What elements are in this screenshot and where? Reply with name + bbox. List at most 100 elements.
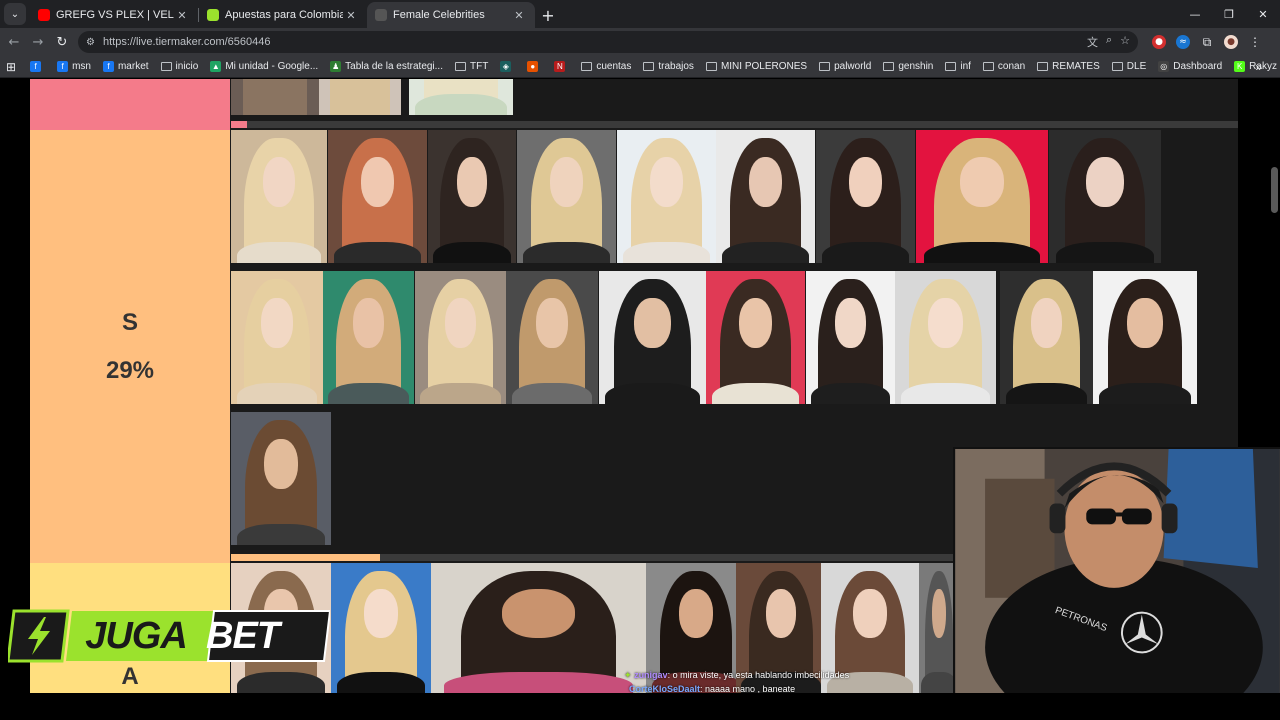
bookmark-item[interactable]: f msn bbox=[57, 61, 91, 72]
celebrity-photo[interactable] bbox=[916, 130, 1048, 263]
celebrity-photo[interactable] bbox=[706, 271, 805, 404]
celebrity-photo[interactable] bbox=[816, 130, 915, 263]
url-text[interactable]: https://live.tiermaker.com/6560446 bbox=[103, 36, 1087, 48]
profile-avatar[interactable]: ● bbox=[1224, 35, 1238, 49]
portrait-face bbox=[364, 589, 398, 639]
folder-icon bbox=[883, 62, 895, 71]
portrait-body bbox=[1005, 382, 1088, 404]
celebrity-photo[interactable] bbox=[617, 130, 716, 263]
celebrity-photo[interactable] bbox=[231, 271, 323, 404]
bookmark-item[interactable]: inicio bbox=[160, 61, 198, 72]
celebrity-photo[interactable] bbox=[506, 271, 598, 404]
translate-icon[interactable]: 文 bbox=[1087, 34, 1098, 50]
celebrity-photo[interactable] bbox=[319, 79, 401, 115]
portrait-face bbox=[501, 589, 576, 639]
portrait-face bbox=[353, 297, 384, 349]
tier-scrollbar[interactable] bbox=[231, 121, 1238, 128]
celebrity-photo[interactable] bbox=[599, 271, 706, 404]
tier-name: S bbox=[121, 308, 138, 336]
close-icon[interactable]: ✕ bbox=[511, 9, 527, 22]
bookmark-item[interactable]: ● bbox=[527, 61, 542, 72]
tier-percent: 29% bbox=[105, 356, 155, 384]
celebrity-photo[interactable] bbox=[331, 563, 431, 693]
bookmarks-bar: ⊞ f f msn f market inicio ▲ Mi unidad - Google.… bbox=[0, 56, 1280, 78]
portrait-face bbox=[360, 156, 395, 208]
bookmark-item[interactable]: MINI POLERONES bbox=[705, 61, 807, 72]
bookmark-item[interactable]: TFT bbox=[455, 61, 488, 72]
portrait-face bbox=[959, 156, 1005, 208]
bookmark-item[interactable]: ▲ Mi unidad - Google... bbox=[210, 61, 318, 72]
celebrity-photo[interactable] bbox=[895, 271, 996, 404]
minimize-icon[interactable]: — bbox=[1178, 0, 1212, 28]
bookmark-item[interactable]: palworld bbox=[819, 61, 871, 72]
bookmark-item[interactable]: trabajos bbox=[643, 61, 694, 72]
celebrity-photo[interactable] bbox=[431, 563, 646, 693]
celebrity-photo[interactable] bbox=[323, 271, 414, 404]
page-scrollbar-thumb[interactable] bbox=[1271, 167, 1278, 213]
bookmark-item[interactable]: ◎ Dashboard bbox=[1158, 61, 1222, 72]
bookmark-item[interactable]: DLE bbox=[1111, 61, 1146, 72]
restore-icon[interactable]: ❐ bbox=[1212, 0, 1246, 28]
new-tab-button[interactable]: + bbox=[535, 2, 561, 28]
more-bookmarks-icon[interactable]: » bbox=[1255, 60, 1262, 74]
bookmark-favicon-icon: ◈ bbox=[500, 61, 512, 72]
bookmark-favicon-icon: ◎ bbox=[1158, 61, 1170, 72]
bookmark-item[interactable]: REMATES bbox=[1037, 61, 1100, 72]
menu-kebab-icon[interactable]: ⋮ bbox=[1248, 35, 1262, 49]
tab-velada[interactable]: GREFG VS PLEX | VELADA DEL A ✕ bbox=[30, 2, 198, 28]
site-info-icon[interactable]: ⚙ bbox=[86, 37, 95, 48]
address-bar[interactable]: ⚙ https://live.tiermaker.com/6560446 文 ⌕… bbox=[78, 31, 1138, 53]
extension-red-icon[interactable]: ● bbox=[1152, 35, 1166, 49]
celebrity-photo[interactable] bbox=[231, 130, 327, 263]
celebrity-photo[interactable] bbox=[328, 130, 427, 263]
zoom-icon[interactable]: ⌕ bbox=[1106, 34, 1112, 50]
folder-icon bbox=[1037, 62, 1049, 71]
bookmark-item[interactable]: ◈ bbox=[500, 61, 515, 72]
extensions-puzzle-icon[interactable]: ⧉ bbox=[1200, 35, 1214, 49]
close-icon[interactable]: ✕ bbox=[174, 9, 190, 22]
portrait-face bbox=[445, 297, 476, 349]
bookmark-star-icon[interactable]: ☆ bbox=[1120, 34, 1130, 50]
portrait-body bbox=[237, 523, 325, 545]
celebrity-photo[interactable] bbox=[409, 79, 513, 115]
tab-apuestas[interactable]: Apuestas para Colombia vs Fra ✕ bbox=[199, 2, 367, 28]
celebrity-photo[interactable] bbox=[1049, 130, 1161, 263]
portrait-body bbox=[711, 382, 800, 404]
close-icon[interactable]: ✕ bbox=[343, 9, 359, 22]
bookmark-item[interactable]: f bbox=[30, 61, 45, 72]
celebrity-photo[interactable] bbox=[415, 271, 506, 404]
tab-search-button[interactable]: ⌄ bbox=[4, 3, 26, 25]
tier-name: A bbox=[121, 663, 139, 690]
bookmark-item[interactable]: cuentas bbox=[581, 61, 631, 72]
celebrity-photo[interactable] bbox=[1093, 271, 1197, 404]
bookmark-item[interactable]: genshin bbox=[883, 61, 933, 72]
portrait-body bbox=[333, 241, 422, 263]
portrait-face bbox=[1127, 297, 1163, 349]
celebrity-photo[interactable] bbox=[428, 130, 516, 263]
bookmark-item[interactable]: f market bbox=[102, 61, 149, 72]
portrait-face bbox=[457, 156, 487, 208]
portrait-body bbox=[605, 382, 700, 404]
portrait-body bbox=[511, 382, 593, 404]
bookmark-item[interactable]: conan bbox=[982, 61, 1025, 72]
forward-arrow-icon[interactable]: → bbox=[26, 30, 50, 54]
folder-icon bbox=[1111, 62, 1123, 71]
bookmark-item[interactable]: ♟ Tabla de la estrategi... bbox=[330, 61, 443, 72]
celebrity-photo[interactable] bbox=[1000, 271, 1093, 404]
bookmark-item[interactable]: inf bbox=[945, 61, 971, 72]
tab-female-celebrities[interactable]: Female Celebrities ✕ bbox=[367, 2, 535, 28]
celebrity-photo[interactable] bbox=[517, 130, 616, 263]
extension-blue-icon[interactable]: ≈ bbox=[1176, 35, 1190, 49]
bookmark-item[interactable]: N bbox=[554, 61, 569, 72]
celebrity-photo[interactable] bbox=[231, 412, 331, 545]
reload-icon[interactable]: ↻ bbox=[50, 30, 74, 54]
chat-message: ✦ zunigav: o mira viste, ya esta habland… bbox=[624, 668, 849, 682]
back-arrow-icon[interactable]: ← bbox=[2, 30, 26, 54]
bookmark-favicon-icon: ▲ bbox=[210, 61, 222, 72]
close-window-icon[interactable]: ✕ bbox=[1246, 0, 1280, 28]
celebrity-photo[interactable] bbox=[716, 130, 815, 263]
apps-grid-icon[interactable]: ⊞ bbox=[6, 60, 16, 74]
portrait-face bbox=[261, 297, 293, 349]
celebrity-photo[interactable] bbox=[806, 271, 895, 404]
celebrity-photo[interactable] bbox=[231, 79, 319, 115]
